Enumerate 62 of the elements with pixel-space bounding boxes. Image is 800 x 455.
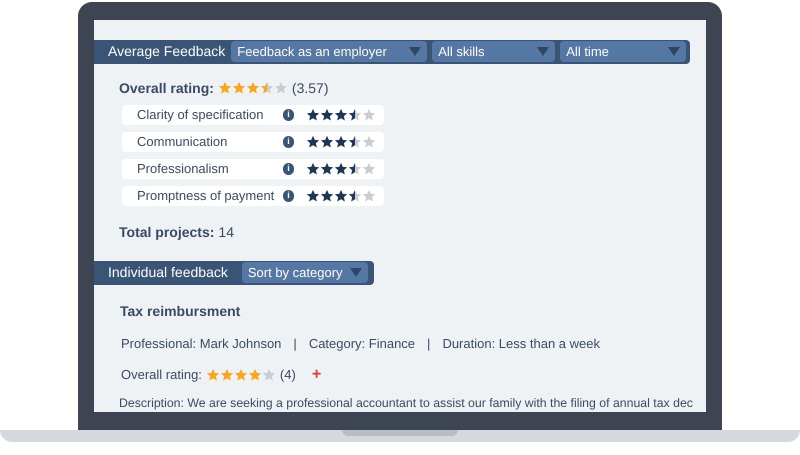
add-button[interactable]: + [312, 366, 322, 383]
star-icon [334, 188, 348, 203]
star-icon [320, 188, 334, 203]
criterion-label: Communication [137, 133, 228, 152]
star-icon [334, 134, 348, 149]
star-icon [334, 162, 348, 176]
star-icon [306, 134, 320, 149]
star-icon [348, 108, 362, 122]
info-icon: i [283, 108, 294, 121]
info-icon: i [283, 190, 294, 202]
star-icon [362, 162, 376, 176]
criterion-label: Clarity of specification [137, 106, 264, 124]
star-icon [320, 162, 334, 176]
caret-icon [537, 47, 550, 56]
star-icon [348, 134, 362, 149]
star-icon [220, 368, 234, 382]
star-icon [362, 108, 376, 122]
rating-score: (3.57) [292, 78, 328, 98]
star-icon [248, 368, 262, 382]
info-icon: i [283, 162, 294, 175]
star-icon [218, 81, 232, 96]
total-projects-value: 14 [218, 222, 234, 242]
info-icon: i [283, 136, 294, 148]
caret-icon [668, 47, 680, 56]
criterion-label: Promptness of payment [137, 187, 276, 206]
feedback-detail: Professional: Mark Johnson [121, 334, 282, 353]
star-icon [334, 108, 348, 122]
star-icon [306, 188, 320, 203]
feedback-detail: Duration: Less than a week [442, 334, 600, 353]
star-icon [246, 81, 260, 96]
section-title: Individual feedback [108, 263, 228, 282]
feedback-detail: | [427, 334, 430, 353]
caret-icon [350, 268, 362, 278]
star-icon [232, 81, 246, 96]
dropdown[interactable]: Feedback as an employer [231, 41, 428, 62]
star-icon [260, 81, 274, 96]
criterion-label: Professionalism [137, 160, 230, 178]
section-title: Average Feedback [108, 42, 226, 62]
dropdown[interactable]: Sort by category [242, 262, 368, 284]
star-icon [348, 188, 362, 203]
feedback-detail: Category: Finance [308, 334, 416, 353]
star-icon [320, 108, 334, 122]
star-icon [262, 368, 276, 382]
star-icon [206, 368, 220, 382]
star-icon [306, 108, 320, 122]
star-icon [274, 81, 288, 96]
star-icon [320, 134, 334, 149]
star-icon [306, 162, 320, 176]
feedback-title: Tax reimbursment [120, 302, 242, 321]
dropdown[interactable]: All skills [432, 41, 556, 62]
total-projects-label: Total projects: [119, 222, 214, 242]
feedback-description: Description: We are seeking a professional accountant to assist our family with the filing of annual tax dec [119, 394, 694, 412]
star-icon [348, 162, 362, 176]
overall-rating-label: Overall rating: [119, 78, 214, 98]
star-icon [362, 188, 376, 203]
dropdown[interactable]: All time [560, 41, 686, 62]
star-icon [234, 368, 248, 382]
caret-icon [409, 47, 422, 56]
star-icon [362, 134, 376, 149]
rating-label: Overall rating: [121, 366, 202, 384]
feedback-detail: | [293, 334, 297, 353]
rating-score: (4) [280, 366, 296, 384]
